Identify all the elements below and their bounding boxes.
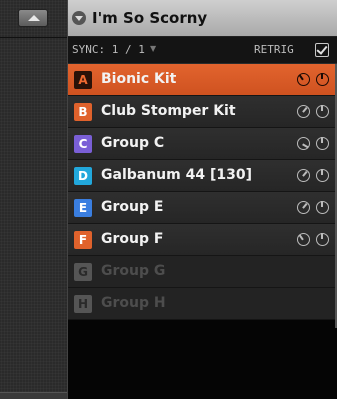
group-name: Group E (101, 199, 164, 215)
retrig-label: RETRIG (254, 43, 294, 56)
group-name: Group F (101, 231, 164, 247)
knob-icon[interactable] (316, 73, 329, 86)
chevron-down-icon[interactable] (72, 11, 86, 25)
knob-icon[interactable] (316, 105, 329, 118)
panel-header[interactable]: I'm So Scorny (68, 0, 337, 37)
knob-icon[interactable] (297, 105, 310, 118)
knob-icon[interactable] (316, 201, 329, 214)
knob-icon[interactable] (316, 169, 329, 182)
left-sidebar (0, 0, 67, 399)
sidebar-footer (0, 392, 67, 399)
group-letter-badge: E (74, 199, 92, 217)
group-row-a[interactable]: A Bionic Kit (68, 64, 337, 96)
group-name: Group C (101, 135, 165, 151)
knob-icon[interactable] (297, 201, 310, 214)
knob-icon[interactable] (297, 73, 310, 86)
group-row-g[interactable]: G Group G (68, 256, 337, 288)
group-name: Group H (101, 295, 166, 311)
group-letter-badge: G (74, 263, 92, 281)
group-name: Club Stomper Kit (101, 103, 236, 119)
dropdown-arrow-icon[interactable]: ▼ (150, 44, 156, 53)
knob-icon[interactable] (297, 137, 310, 150)
group-row-h[interactable]: H Group H (68, 288, 337, 320)
group-row-f[interactable]: F Group F (68, 224, 337, 256)
sync-dropdown[interactable]: SYNC: 1 / 1 (72, 43, 145, 56)
group-letter-badge: D (74, 167, 92, 185)
group-list: A Bionic Kit B Club Stomper Kit C Group C D Gal… (68, 64, 337, 320)
group-row-c[interactable]: C Group C (68, 128, 337, 160)
collapse-arrow-button[interactable] (18, 9, 48, 27)
group-name: Galbanum 44 [130] (101, 167, 252, 183)
divider (0, 37, 67, 38)
group-letter-badge: H (74, 295, 92, 313)
group-row-b[interactable]: B Club Stomper Kit (68, 96, 337, 128)
panel-title: I'm So Scorny (92, 9, 208, 27)
group-row-d[interactable]: D Galbanum 44 [130] (68, 160, 337, 192)
group-row-e[interactable]: E Group E (68, 192, 337, 224)
knob-icon[interactable] (297, 233, 310, 246)
group-letter-badge: F (74, 231, 92, 249)
knob-icon[interactable] (316, 137, 329, 150)
knob-icon[interactable] (297, 169, 310, 182)
group-panel: I'm So Scorny SYNC: 1 / 1 ▼ RETRIG A Bion… (67, 0, 337, 399)
group-letter-badge: A (74, 71, 92, 89)
sync-bar: SYNC: 1 / 1 ▼ RETRIG (68, 37, 337, 64)
group-letter-badge: B (74, 103, 92, 121)
group-name: Group G (101, 263, 166, 279)
group-name: Bionic Kit (101, 71, 177, 87)
retrig-checkbox[interactable] (315, 43, 329, 57)
group-letter-badge: C (74, 135, 92, 153)
knob-icon[interactable] (316, 233, 329, 246)
